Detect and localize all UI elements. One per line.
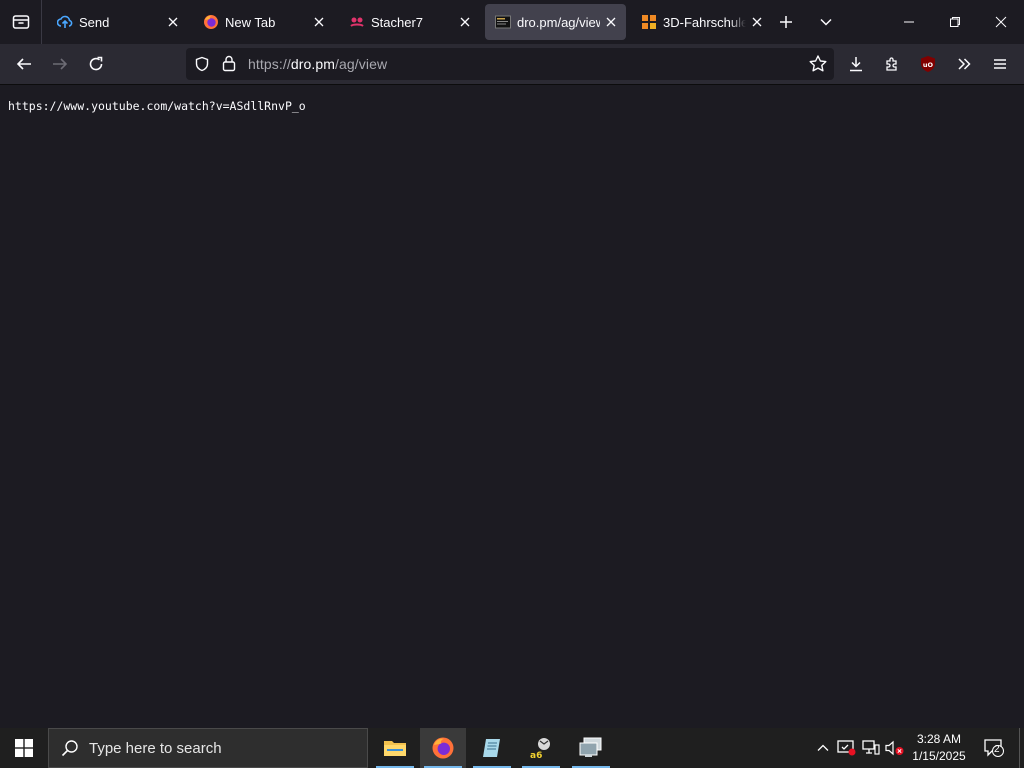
app-menu-button[interactable] bbox=[984, 48, 1016, 80]
tab-title: Stacher7 bbox=[371, 14, 424, 30]
arrow-left-icon bbox=[16, 58, 31, 70]
reload-icon bbox=[89, 56, 103, 71]
downloads-button[interactable] bbox=[840, 48, 872, 80]
show-hidden-icons-button[interactable] bbox=[813, 738, 833, 758]
minimize-button[interactable] bbox=[886, 0, 932, 44]
taskbar-firefox[interactable] bbox=[420, 728, 466, 768]
close-window-button[interactable] bbox=[978, 0, 1024, 44]
arrow-right-icon bbox=[53, 58, 68, 70]
tab-title: dro.pm/ag/view bbox=[517, 14, 600, 30]
navigation-toolbar: https://dro.pm/ag/view uO bbox=[0, 44, 1024, 85]
taskbar-remote-desktop[interactable] bbox=[568, 728, 614, 768]
tray-network[interactable] bbox=[861, 738, 881, 758]
remote-desktop-icon bbox=[579, 737, 602, 757]
chevron-up-icon bbox=[817, 744, 829, 751]
svg-text:uO: uO bbox=[923, 61, 934, 69]
list-all-tabs-button[interactable] bbox=[810, 6, 842, 38]
url-path: /ag/view bbox=[335, 56, 388, 72]
chevron-double-right-icon bbox=[958, 58, 971, 70]
restore-button[interactable] bbox=[932, 0, 978, 44]
volume-muted-icon bbox=[885, 740, 904, 756]
taskbar-clock[interactable]: 3:28 AM 1/15/2025 bbox=[910, 731, 968, 765]
bookmark-star-icon[interactable] bbox=[808, 54, 828, 79]
close-icon bbox=[995, 16, 1007, 28]
plus-icon bbox=[780, 16, 792, 28]
close-tab-icon[interactable] bbox=[308, 11, 330, 33]
clock-time: 3:28 AM bbox=[916, 732, 962, 746]
windows-logo-icon bbox=[15, 739, 33, 757]
windows-taskbar: Type here to search a6 3:28 AM 1/15/2025… bbox=[0, 728, 1024, 768]
ublock-origin-icon: uO bbox=[921, 56, 935, 72]
tray-volume[interactable] bbox=[885, 738, 905, 758]
minimize-icon bbox=[904, 21, 914, 23]
terminal-page-icon bbox=[495, 14, 511, 30]
stacher-icon bbox=[349, 14, 365, 30]
tab-new-tab[interactable]: New Tab bbox=[193, 4, 334, 40]
url-bar[interactable]: https://dro.pm/ag/view bbox=[186, 48, 834, 80]
page-content: https://www.youtube.com/watch?v=ASdllRnv… bbox=[0, 85, 1024, 728]
lock-icon[interactable] bbox=[222, 55, 236, 77]
clock-date: 1/15/2025 bbox=[912, 749, 966, 763]
tab-send[interactable]: Send bbox=[47, 4, 188, 40]
close-tab-icon[interactable] bbox=[162, 11, 184, 33]
notification-count: 2 bbox=[994, 744, 1000, 755]
tab-stacher[interactable]: Stacher7 bbox=[339, 4, 480, 40]
extensions-button[interactable] bbox=[876, 48, 908, 80]
ublock-origin-button[interactable]: uO bbox=[912, 48, 944, 80]
url-text[interactable]: https://dro.pm/ag/view bbox=[248, 56, 387, 72]
reload-button[interactable] bbox=[80, 48, 112, 80]
search-icon bbox=[61, 739, 79, 762]
firefox-view-button[interactable] bbox=[0, 0, 42, 44]
taskbar-search-box[interactable]: Type here to search bbox=[48, 728, 368, 768]
download-icon bbox=[850, 57, 862, 72]
more-tools-button[interactable] bbox=[948, 48, 980, 80]
forward-button[interactable] bbox=[44, 48, 76, 80]
tab-dro-pm[interactable]: dro.pm/ag/view bbox=[485, 4, 626, 40]
firefox-icon bbox=[203, 14, 219, 30]
security-warning-icon bbox=[837, 740, 856, 756]
tray-security-status[interactable] bbox=[837, 738, 857, 758]
new-tab-button[interactable] bbox=[770, 6, 802, 38]
firefox-view-icon bbox=[12, 15, 29, 29]
network-icon bbox=[862, 740, 880, 755]
tab-title: New Tab bbox=[225, 14, 276, 30]
tracking-protection-shield-icon[interactable] bbox=[194, 56, 210, 77]
tab-title: Send bbox=[79, 14, 110, 30]
close-tab-icon[interactable] bbox=[600, 11, 622, 33]
url-scheme: https:// bbox=[248, 56, 291, 72]
taskbar-a6-app[interactable]: a6 bbox=[518, 728, 564, 768]
file-explorer-icon bbox=[384, 741, 406, 756]
notification-center-button[interactable]: 2 bbox=[982, 738, 1006, 758]
taskbar-file-explorer[interactable] bbox=[372, 728, 418, 768]
svg-text:a6: a6 bbox=[530, 751, 542, 760]
firefox-icon bbox=[432, 737, 454, 759]
back-button[interactable] bbox=[8, 48, 40, 80]
restore-icon bbox=[950, 17, 960, 27]
start-button[interactable] bbox=[0, 728, 48, 768]
url-host: dro.pm bbox=[290, 56, 336, 72]
search-placeholder: Type here to search bbox=[89, 740, 222, 757]
firefox-send-icon bbox=[57, 14, 73, 30]
grid-logo-icon bbox=[641, 14, 657, 30]
show-desktop-button[interactable] bbox=[1019, 728, 1024, 768]
close-tab-icon[interactable] bbox=[454, 11, 476, 33]
taskbar-notepad[interactable] bbox=[469, 728, 515, 768]
chevron-down-icon bbox=[820, 18, 832, 26]
notepad-icon bbox=[483, 739, 500, 757]
a6-app-icon: a6 bbox=[530, 738, 550, 760]
tab-3d-fahrschule[interactable]: 3D-Fahrschule.de bbox=[631, 4, 772, 40]
close-tab-icon[interactable] bbox=[746, 11, 768, 33]
tab-title: 3D-Fahrschule.de bbox=[663, 14, 746, 30]
tab-strip: Send New Tab Stacher7 dro.pm/ag/view 3D-… bbox=[0, 0, 1024, 44]
plain-text-content: https://www.youtube.com/watch?v=ASdllRnv… bbox=[8, 99, 306, 113]
puzzle-piece-icon bbox=[886, 57, 897, 71]
hamburger-menu-icon bbox=[994, 59, 1006, 69]
